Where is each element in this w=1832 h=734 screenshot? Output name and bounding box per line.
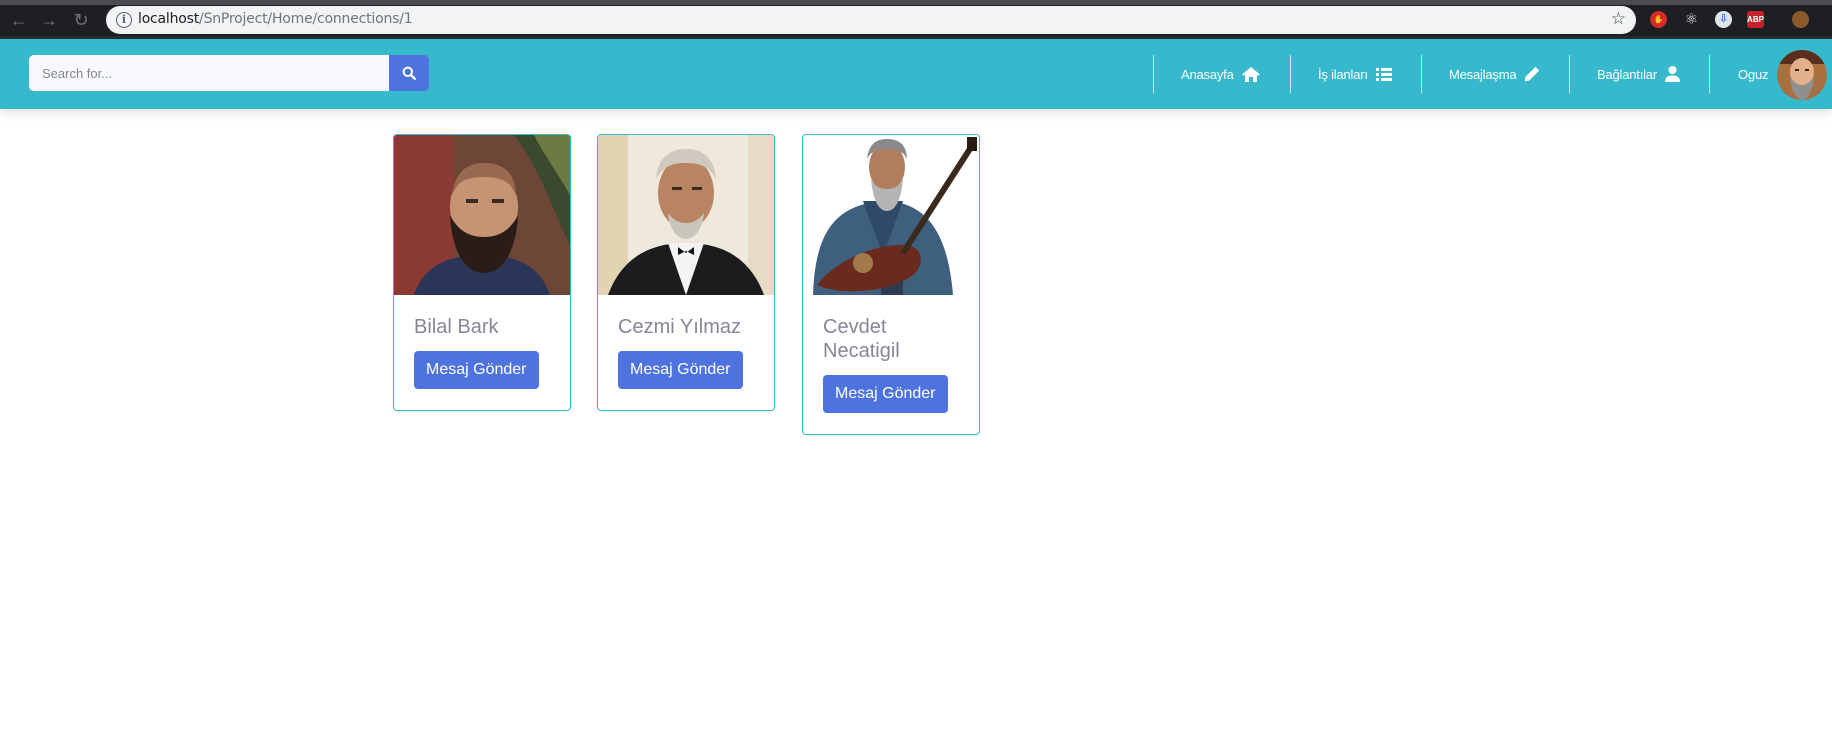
search-button[interactable] (389, 55, 429, 91)
user-menu[interactable]: Oguz (1738, 39, 1768, 109)
user-icon (1664, 66, 1680, 82)
nav-jobs-label: İş ilanları (1318, 66, 1368, 82)
search-icon (402, 66, 416, 80)
react-devtools-icon[interactable]: ⚛ (1683, 11, 1700, 28)
connection-card: Cevdet Necatigil Mesaj Gönder (802, 134, 980, 435)
list-icon (1375, 67, 1392, 81)
profile-icon[interactable] (1792, 11, 1809, 28)
connection-name: Cezmi Yılmaz (618, 316, 741, 338)
send-message-button[interactable]: Mesaj Gönder (414, 351, 539, 389)
nav-home[interactable]: Anasayfa (1181, 39, 1260, 109)
red-hand-extension-icon[interactable]: ✋ (1650, 11, 1667, 28)
topbar: Anasayfa İş ilanları Mesajlaşma Bağlantı… (0, 39, 1832, 109)
bookmark-star-icon[interactable]: ☆ (1611, 9, 1626, 29)
address-bar[interactable]: i localhost/SnProject/Home/connections/1… (106, 6, 1636, 34)
browser-chrome: ← → ↻ i localhost/SnProject/Home/connect… (0, 0, 1832, 39)
url-host: localhost (138, 11, 200, 27)
profile-photo (394, 135, 570, 295)
connection-name: Bilal Bark (414, 316, 499, 338)
url-path: /SnProject/Home/connections/1 (199, 11, 413, 27)
avatar[interactable] (1777, 50, 1827, 100)
nav-connections-label: Bağlantılar (1597, 66, 1657, 82)
send-message-button[interactable]: Mesaj Gönder (823, 375, 948, 413)
connection-card: Bilal Bark Mesaj Gönder (393, 134, 571, 411)
nav-home-label: Anasayfa (1181, 66, 1234, 82)
nav-divider (1153, 55, 1154, 93)
adblock-label: ABP (1747, 15, 1764, 24)
nav-jobs[interactable]: İş ilanları (1318, 39, 1392, 109)
nav-divider (1569, 55, 1570, 93)
connection-name: Cevdet Necatigil (823, 316, 900, 362)
search-form (29, 55, 429, 91)
forward-icon[interactable]: → (38, 9, 60, 31)
download-extension-icon[interactable]: ⇩ (1715, 11, 1732, 28)
send-message-button[interactable]: Mesaj Gönder (618, 351, 743, 389)
nav-divider (1709, 55, 1710, 93)
reload-icon[interactable]: ↻ (70, 9, 92, 31)
home-icon (1241, 66, 1260, 82)
connection-card: Cezmi Yılmaz Mesaj Gönder (597, 134, 775, 411)
user-name: Oguz (1738, 66, 1769, 82)
nav-messages[interactable]: Mesajlaşma (1449, 39, 1540, 109)
nav-connections[interactable]: Bağlantılar (1597, 39, 1680, 109)
site-info-icon[interactable]: i (116, 12, 132, 28)
nav-divider (1290, 55, 1291, 93)
search-input[interactable] (29, 55, 389, 91)
adblock-plus-icon[interactable]: ABP (1747, 11, 1764, 28)
tab-strip (0, 0, 1832, 5)
back-icon[interactable]: ← (8, 9, 30, 31)
nav-divider (1421, 55, 1422, 93)
nav-messages-label: Mesajlaşma (1449, 66, 1517, 82)
url-text[interactable]: localhost/SnProject/Home/connections/1 (138, 11, 413, 27)
profile-photo (598, 135, 774, 295)
pencil-icon (1525, 66, 1540, 82)
profile-photo (803, 135, 979, 295)
